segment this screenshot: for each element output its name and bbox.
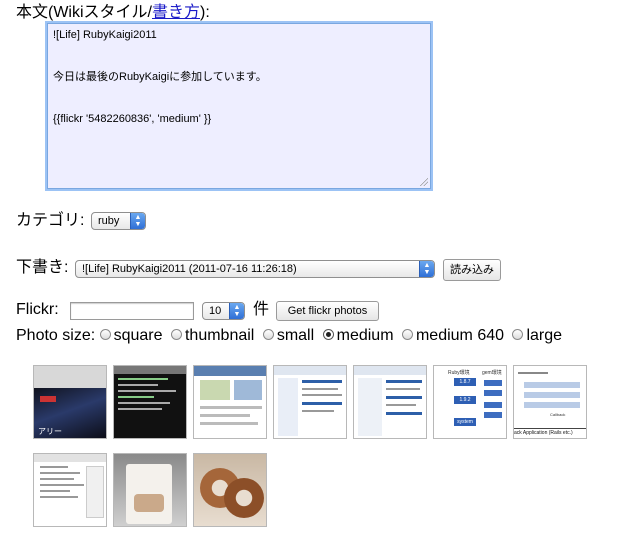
size-option-square[interactable]: square — [99, 326, 163, 346]
radio-icon[interactable] — [262, 329, 274, 341]
radio-icon[interactable] — [401, 329, 413, 341]
body-label: 本文(Wikiスタイル/書き方): — [16, 4, 210, 21]
photo-thumbnail[interactable] — [33, 453, 107, 527]
photo-thumbnail[interactable] — [273, 365, 347, 439]
photo-thumbnail[interactable] — [353, 365, 427, 439]
load-draft-button[interactable]: 読み込み — [443, 259, 501, 281]
body-line-1: ![Life] RubyKaigi2011 — [53, 29, 157, 41]
flickr-count-select[interactable]: 10 ▲ ▼ — [202, 302, 245, 320]
photo-thumbnail[interactable]: Callback ack Application (Rails etc.) — [513, 365, 587, 439]
photo-thumbnail[interactable] — [113, 453, 187, 527]
size-option-thumbnail[interactable]: thumbnail — [170, 326, 254, 346]
flickr-count-unit: 件 — [253, 301, 270, 318]
draft-label: 下書き: — [16, 259, 69, 276]
thumb-label: 1.9.2 — [454, 396, 476, 404]
photo-thumbnail[interactable] — [113, 365, 187, 439]
flickr-count-selected: 10 — [209, 305, 222, 317]
body-line-3: {{flickr '5482260836', 'medium' }} — [53, 113, 212, 125]
draft-select[interactable]: ![Life] RubyKaigi2011 (2011-07-16 11:26:… — [75, 260, 435, 278]
select-arrows-icon: ▲ ▼ — [229, 303, 244, 319]
resize-grip-icon[interactable] — [420, 178, 428, 186]
radio-selected-icon[interactable] — [322, 329, 334, 341]
size-option-small[interactable]: small — [262, 326, 314, 346]
select-arrows-icon: ▲ ▼ — [419, 261, 434, 277]
thumb-label: gem環境 — [482, 370, 502, 376]
photo-size-row: Photo size: square thumbnail small mediu… — [16, 326, 566, 346]
thumb-label: system — [454, 418, 476, 426]
category-select[interactable]: ruby ▲ ▼ — [91, 212, 146, 230]
photo-thumbnail[interactable] — [193, 453, 267, 527]
draft-selected: ![Life] RubyKaigi2011 (2011-07-16 11:26:… — [82, 263, 297, 275]
size-option-medium[interactable]: medium — [322, 326, 394, 346]
photo-thumbnail[interactable]: アリー — [33, 365, 107, 439]
radio-icon[interactable] — [170, 329, 182, 341]
radio-icon[interactable] — [512, 329, 524, 341]
flickr-label: Flickr: — [16, 301, 59, 318]
select-arrows-icon: ▲ ▼ — [130, 213, 145, 229]
flickr-input[interactable] — [70, 302, 194, 320]
photo-thumbnail[interactable]: Ruby環境 gem環境 1.8.7 1.9.2 system — [433, 365, 507, 439]
get-flickr-photos-button[interactable]: Get flickr photos — [276, 301, 379, 321]
thumb-label: 1.8.7 — [454, 378, 476, 386]
size-option-medium-640[interactable]: medium 640 — [401, 326, 504, 346]
syntax-help-link[interactable]: 書き方 — [152, 4, 200, 21]
thumb-label: Ruby環境 — [448, 370, 470, 376]
category-label: カテゴリ: — [16, 212, 85, 229]
thumb-label: ack Application (Rails etc.) — [514, 428, 586, 438]
photo-size-label: Photo size: — [16, 327, 96, 344]
thumb-label: Callback — [550, 412, 566, 417]
photo-thumbnail[interactable] — [193, 365, 267, 439]
body-textarea[interactable]: ![Life] RubyKaigi2011 今日は最後のRubyKaigiに参加… — [47, 23, 431, 189]
category-selected: ruby — [98, 215, 120, 227]
radio-icon[interactable] — [99, 329, 111, 341]
body-line-2: 今日は最後のRubyKaigiに参加しています。 — [53, 71, 267, 83]
thumb-text: アリー — [38, 427, 62, 436]
size-option-large[interactable]: large — [512, 326, 562, 346]
